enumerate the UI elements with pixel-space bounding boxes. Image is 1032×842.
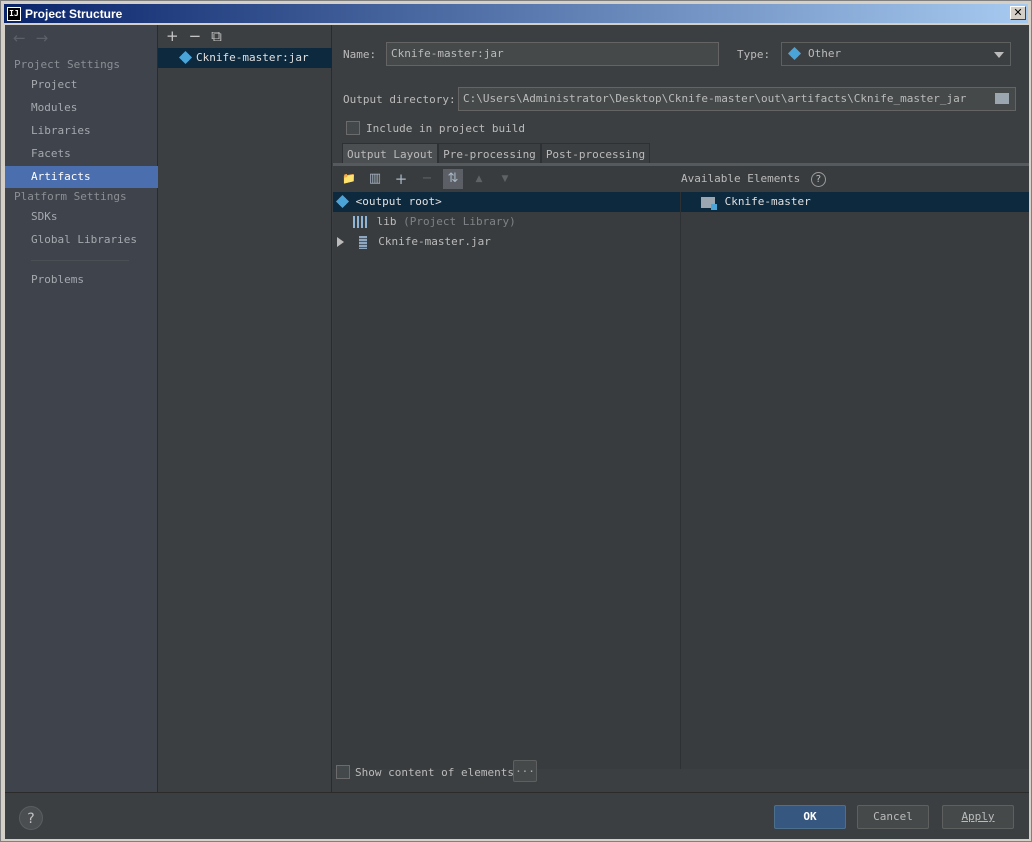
type-label: Type:	[737, 48, 771, 61]
available-element-item[interactable]: Cknife-master	[681, 192, 1029, 212]
platform-settings-heading: Platform Settings	[14, 190, 127, 203]
available-elements-header: Available Elements ?	[681, 166, 826, 192]
project-structure-window: IJ Project Structure ✕ ← → Project Settin…	[0, 0, 1032, 842]
expand-triangle-icon[interactable]	[337, 237, 344, 247]
sort-elements-icon[interactable]: ⇅	[443, 169, 463, 189]
window-close-button[interactable]: ✕	[1010, 6, 1026, 20]
available-elements-title: Available Elements	[681, 172, 801, 185]
sidebar-item-facets[interactable]: Facets	[5, 143, 158, 165]
history-navigation: ← →	[13, 29, 58, 47]
artifact-diamond-icon	[178, 50, 193, 65]
module-folder-icon	[701, 196, 717, 210]
output-root-diamond-icon	[335, 194, 350, 209]
new-directory-icon[interactable]: 📁	[339, 169, 359, 189]
artifact-list-item[interactable]: Cknife-master:jar	[158, 48, 332, 68]
dialog-client-area: ← → Project Settings Project Modules Libr…	[5, 25, 1029, 839]
show-content-label: Show content of elements	[355, 766, 514, 779]
artifact-list-item-label: Cknife-master:jar	[196, 51, 309, 64]
tree-row-lib[interactable]: lib (Project Library)	[353, 212, 516, 232]
artifact-list-toolbar: + − ⧉	[166, 27, 222, 47]
forward-arrow-icon[interactable]: →	[36, 29, 49, 47]
project-settings-heading: Project Settings	[14, 58, 120, 71]
lib-note: (Project Library)	[403, 215, 516, 228]
output-directory-label: Output directory:	[343, 93, 456, 106]
title-bar: IJ Project Structure ✕	[4, 4, 1028, 23]
help-button[interactable]: ?	[19, 806, 43, 830]
sidebar-item-problems[interactable]: Problems	[5, 269, 158, 291]
type-diamond-icon	[787, 46, 802, 61]
tab-output-layout[interactable]: Output Layout	[342, 143, 439, 164]
artifact-type-dropdown[interactable]: Other	[781, 42, 1011, 66]
jar-name: Cknife-master.jar	[378, 235, 491, 248]
move-up-icon[interactable]: ▲	[469, 169, 489, 189]
tree-row-jar[interactable]: Cknife-master.jar	[337, 232, 491, 252]
add-artifact-icon[interactable]: +	[166, 27, 179, 47]
copy-artifact-icon[interactable]: ⧉	[211, 27, 222, 47]
artifact-type-value: Other	[808, 47, 842, 60]
window-title: Project Structure	[25, 6, 123, 21]
remove-element-icon[interactable]: −	[417, 169, 437, 189]
library-icon	[353, 216, 367, 228]
add-archive-icon[interactable]: ▥	[365, 169, 385, 189]
sidebar-item-modules[interactable]: Modules	[5, 97, 158, 119]
artifact-settings-panel: Name: Cknife-master:jar Type: Other Outp…	[333, 25, 1029, 792]
back-arrow-icon[interactable]: ←	[13, 29, 26, 47]
output-directory-field[interactable]: C:\Users\Administrator\Desktop\Cknife-ma…	[458, 87, 1016, 111]
artifact-name-field[interactable]: Cknife-master:jar	[386, 42, 719, 66]
available-element-label: Cknife-master	[724, 195, 811, 208]
remove-artifact-icon[interactable]: −	[189, 27, 202, 47]
lib-name: lib	[376, 215, 397, 228]
output-layout-toolbar: 📁 ▥ + − ⇅ ▲ ▼	[333, 166, 681, 192]
browse-folder-icon[interactable]	[995, 93, 1009, 104]
include-in-build-label: Include in project build	[366, 122, 525, 135]
ok-button[interactable]: OK	[774, 805, 846, 829]
name-label: Name:	[343, 48, 377, 61]
show-content-checkbox[interactable]	[336, 765, 350, 779]
add-element-icon[interactable]: +	[391, 169, 411, 189]
chevron-down-icon	[994, 52, 1004, 58]
cancel-button[interactable]: Cancel	[857, 805, 929, 829]
artifact-tabs: Output Layout Pre-processing Post-proces…	[342, 143, 651, 164]
sidebar-item-project[interactable]: Project	[5, 74, 158, 96]
apply-button[interactable]: Apply	[942, 805, 1014, 829]
more-options-button[interactable]: ...	[513, 760, 537, 782]
help-circle-icon[interactable]: ?	[810, 172, 826, 187]
sidebar-item-sdks[interactable]: SDKs	[5, 206, 158, 228]
dialog-footer: ? OK Cancel Apply	[5, 792, 1029, 839]
sidebar-divider	[31, 260, 129, 261]
sidebar-item-artifacts[interactable]: Artifacts	[5, 166, 158, 188]
tab-post-processing[interactable]: Post-processing	[540, 143, 651, 164]
move-down-icon[interactable]: ▼	[495, 169, 515, 189]
tab-pre-processing[interactable]: Pre-processing	[438, 143, 541, 164]
jar-icon	[358, 235, 367, 249]
sidebar-item-global-libraries[interactable]: Global Libraries	[5, 229, 158, 251]
output-layout-panel: 📁 ▥ + − ⇅ ▲ ▼ Available Elements ? <outp…	[333, 166, 1029, 769]
settings-sidebar: ← → Project Settings Project Modules Libr…	[5, 25, 158, 792]
tree-row-output-root[interactable]: <output root>	[333, 192, 680, 212]
layout-split-divider[interactable]	[680, 192, 681, 769]
intellij-app-icon: IJ	[7, 6, 21, 21]
sidebar-item-libraries[interactable]: Libraries	[5, 120, 158, 142]
include-in-build-checkbox[interactable]	[346, 121, 360, 135]
artifact-list-panel: + − ⧉ Cknife-master:jar	[158, 25, 332, 792]
output-root-label: <output root>	[355, 195, 442, 208]
